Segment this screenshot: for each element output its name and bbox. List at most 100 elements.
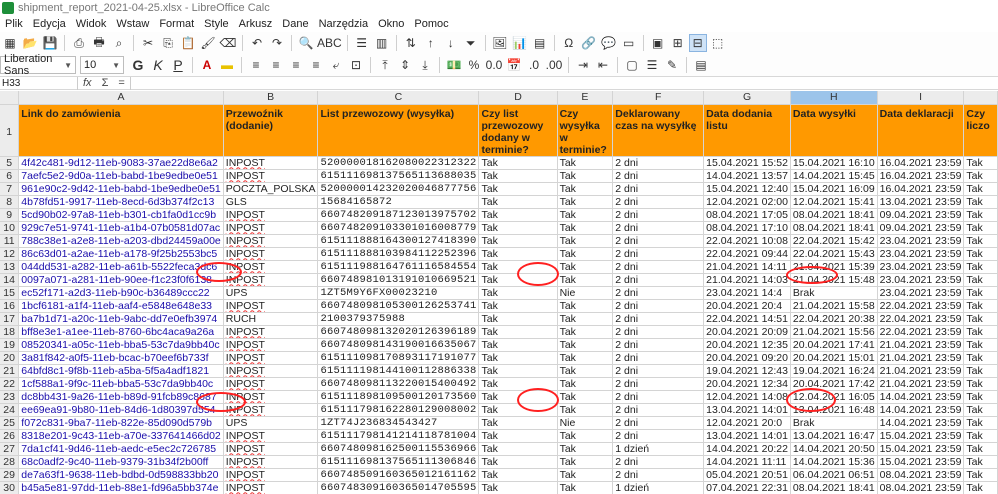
cell-b[interactable]: INPOST — [223, 338, 319, 352]
merge-cells-icon[interactable]: ⊡ — [347, 56, 365, 74]
row-header[interactable]: 29 — [0, 468, 20, 482]
cell-h[interactable]: 08.04.2021 18:41 — [790, 208, 878, 222]
cell-g[interactable]: 20.04.2021 12:35 — [703, 338, 791, 352]
header-cell[interactable]: Data dodania listu — [703, 104, 791, 157]
cell-g[interactable]: 20.04.2021 20:4 — [703, 299, 791, 313]
show-draw-functions-icon[interactable]: ⬚ — [709, 34, 727, 52]
menu-item-6[interactable]: Arkusz — [234, 18, 278, 30]
cell-j[interactable]: Tak — [963, 286, 998, 300]
cell-h[interactable]: 14.04.2021 15:36 — [790, 455, 878, 469]
undo-icon[interactable]: ↶ — [248, 34, 266, 52]
align-middle-icon[interactable]: ⇕ — [396, 56, 414, 74]
cell-j[interactable]: Tak — [963, 351, 998, 365]
column-header-c[interactable]: C — [317, 91, 480, 105]
cell-e[interactable]: Tak — [557, 442, 614, 456]
cell-b[interactable]: INPOST — [223, 364, 319, 378]
header-cell[interactable]: Czy wysyłka w terminie? — [557, 104, 614, 157]
cell-c[interactable]: 660748098113220015400492 — [317, 377, 480, 391]
cell-f[interactable]: 1 dzień — [612, 481, 705, 494]
cell-c[interactable]: 15684165872 — [317, 195, 480, 209]
currency-icon[interactable]: 💵 — [445, 56, 463, 74]
row-header[interactable]: 18 — [0, 325, 20, 339]
cell-b[interactable]: INPOST — [223, 299, 319, 313]
cell-c[interactable]: 660748209187123013975702 — [317, 208, 480, 222]
cell-j[interactable]: Tak — [963, 273, 998, 287]
cell-g[interactable]: 22.04.2021 10:08 — [703, 234, 791, 248]
cell-f[interactable]: 2 dni — [612, 156, 705, 170]
cell-d[interactable]: Tak — [478, 377, 558, 391]
cell-f[interactable]: 2 dni — [612, 247, 705, 261]
cell-b[interactable]: RUCH — [223, 312, 319, 326]
cell-a[interactable]: 8318e201-9c43-11eb-a70e-337641466d02 — [18, 429, 224, 443]
cell-h[interactable]: 21.04.2021 15:56 — [790, 325, 878, 339]
cell-g[interactable]: 12.04.2021 20:0 — [703, 416, 791, 430]
cell-d[interactable]: Tak — [478, 195, 558, 209]
cell-d[interactable]: Tak — [478, 325, 558, 339]
cell-a[interactable]: 4b78fd51-9917-11eb-8ecd-6d3b374f2c13 — [18, 195, 224, 209]
borders-icon[interactable]: ▢ — [623, 56, 641, 74]
cell-i[interactable]: 23.04.2021 23:59 — [877, 234, 965, 248]
row-header[interactable]: 15 — [0, 286, 20, 300]
cell-e[interactable]: Tak — [557, 169, 614, 183]
cell-h[interactable]: Brak — [790, 416, 878, 430]
row-header[interactable]: 14 — [0, 273, 20, 287]
align-top-icon[interactable]: ⤒ — [376, 56, 394, 74]
cell-i[interactable]: 16.04.2021 23:59 — [877, 182, 965, 196]
cell-d[interactable]: Tak — [478, 221, 558, 235]
special-character-icon[interactable]: Ω — [560, 34, 578, 52]
cell-d[interactable]: Tak — [478, 169, 558, 183]
cell-h[interactable]: 12.04.2021 15:41 — [790, 195, 878, 209]
hyperlink-icon[interactable]: 🔗 — [580, 34, 598, 52]
cell-g[interactable]: 13.04.2021 14:01 — [703, 429, 791, 443]
cell-d[interactable]: Tak — [478, 351, 558, 365]
cell-h[interactable]: 13.04.2021 16:48 — [790, 403, 878, 417]
delete-decimal-icon[interactable]: .00 — [545, 56, 563, 74]
cell-j[interactable]: Tak — [963, 182, 998, 196]
menu-item-10[interactable]: Pomoc — [409, 18, 453, 30]
cell-b[interactable]: INPOST — [223, 260, 319, 274]
bold-button[interactable]: G — [129, 56, 147, 74]
cell-b[interactable]: INPOST — [223, 468, 319, 482]
cell-c[interactable]: 660748509160365012161162 — [317, 468, 480, 482]
cell-i[interactable]: 14.04.2021 23:59 — [877, 403, 965, 417]
row-header[interactable]: 19 — [0, 338, 20, 352]
cell-c[interactable]: 520000014232020046877756 — [317, 182, 480, 196]
cell-h[interactable]: 08.04.2021 18:41 — [790, 221, 878, 235]
cell-c[interactable]: 1ZT5M9Y6FX00023210 — [317, 286, 480, 300]
row-header[interactable]: 17 — [0, 312, 20, 326]
cell-i[interactable]: 15.04.2021 23:59 — [877, 429, 965, 443]
cell-i[interactable]: 21.04.2021 23:59 — [877, 351, 965, 365]
cell-j[interactable]: Tak — [963, 390, 998, 404]
cell-a[interactable]: 64bfd8c1-9f8b-11eb-a5ba-5f5a4adf1821 — [18, 364, 224, 378]
align-bottom-icon[interactable]: ⤓ — [416, 56, 434, 74]
row-header[interactable]: 26 — [0, 429, 20, 443]
cell-i[interactable]: 09.04.2021 23:59 — [877, 208, 965, 222]
cell-i[interactable]: 21.04.2021 23:59 — [877, 338, 965, 352]
cell-e[interactable]: Tak — [557, 468, 614, 482]
row-header[interactable]: 30 — [0, 481, 20, 494]
cell-i[interactable]: 13.04.2021 23:59 — [877, 195, 965, 209]
cell-d[interactable]: Tak — [478, 442, 558, 456]
cell-g[interactable]: 19.04.2021 12:43 — [703, 364, 791, 378]
cell-h[interactable]: 15.04.2021 16:09 — [790, 182, 878, 196]
header-cell[interactable]: Data wysyłki — [790, 104, 878, 157]
cell-b[interactable]: UPS — [223, 286, 319, 300]
sort-descending-icon[interactable]: ↓ — [442, 34, 460, 52]
open-folder-icon[interactable]: 📂 — [21, 34, 39, 52]
header-cell[interactable]: Data deklaracji — [877, 104, 965, 157]
menu-item-5[interactable]: Style — [199, 18, 233, 30]
cell-j[interactable]: Tak — [963, 364, 998, 378]
cell-b[interactable]: INPOST — [223, 273, 319, 287]
cell-h[interactable]: 06.04.2021 06:51 — [790, 468, 878, 482]
cell-g[interactable]: 14.04.2021 13:57 — [703, 169, 791, 183]
formula-icon[interactable]: = — [113, 77, 129, 89]
column-header-b[interactable]: B — [223, 91, 319, 105]
cell-g[interactable]: 12.04.2021 14:08 — [703, 390, 791, 404]
cell-c[interactable]: 615111098170893117191077 — [317, 351, 480, 365]
cell-c[interactable]: 660748209103301016008779 — [317, 221, 480, 235]
cell-j[interactable]: Tak — [963, 234, 998, 248]
row-header[interactable]: 22 — [0, 377, 20, 391]
print-preview-icon[interactable]: ⌕ — [110, 34, 128, 52]
cell-b[interactable]: INPOST — [223, 481, 319, 494]
cell-e[interactable]: Tak — [557, 273, 614, 287]
